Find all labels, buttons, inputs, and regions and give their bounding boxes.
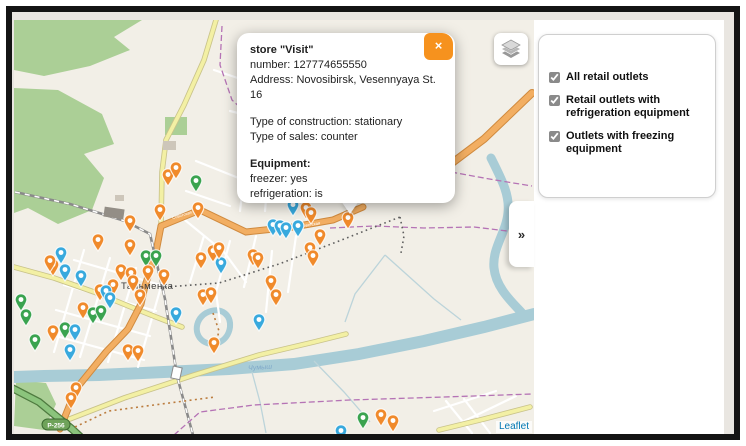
filter-checkbox[interactable] xyxy=(549,94,560,106)
chevron-double-right-icon: » xyxy=(517,226,526,242)
popup-close-button[interactable]: × xyxy=(424,33,453,60)
map-marker[interactable] xyxy=(212,241,226,261)
map-marker[interactable] xyxy=(68,323,82,343)
map-marker[interactable] xyxy=(123,214,137,234)
map-marker[interactable] xyxy=(304,206,318,226)
map-marker[interactable] xyxy=(153,203,167,223)
sidebar-expand-button[interactable]: » xyxy=(509,201,534,267)
map-marker[interactable] xyxy=(123,238,137,258)
popup-refrigeration: refrigeration: is xyxy=(250,188,323,200)
map-marker[interactable] xyxy=(74,269,88,289)
map-marker[interactable] xyxy=(356,411,370,431)
leaflet-attribution[interactable]: Leaflet xyxy=(495,421,532,433)
map-marker[interactable] xyxy=(63,343,77,363)
map-marker[interactable] xyxy=(141,264,155,284)
map-marker[interactable] xyxy=(189,174,203,194)
store-info-popup: store "Visit" number: 127774655550 Addre… xyxy=(237,33,455,203)
filter-label: All retail outlets xyxy=(566,71,649,83)
filter-checkbox-row[interactable]: Outlets with freezing equipment xyxy=(549,130,707,157)
map-marker[interactable] xyxy=(269,288,283,308)
popup-number: number: 127774655550 xyxy=(250,59,367,71)
map-marker[interactable] xyxy=(169,306,183,326)
map-marker[interactable] xyxy=(64,391,78,411)
map-marker[interactable] xyxy=(157,268,171,288)
popup-sales: Type of sales: counter xyxy=(250,131,358,143)
map-marker[interactable] xyxy=(251,251,265,271)
map-marker[interactable] xyxy=(43,254,57,274)
close-icon: × xyxy=(434,38,443,53)
filter-checkbox[interactable] xyxy=(549,130,560,142)
filter-checkbox-row[interactable]: Retail outlets with refrigeration equipm… xyxy=(549,94,707,121)
popup-spacer xyxy=(250,103,443,115)
filter-label: Outlets with freezing equipment xyxy=(566,129,675,156)
map-marker[interactable] xyxy=(291,219,305,239)
popup-title: store "Visit" xyxy=(250,44,314,56)
map-marker[interactable] xyxy=(191,201,205,221)
window-frame: Советская Советская Тальменка Чумыш Р-25… xyxy=(6,6,740,440)
map-marker[interactable] xyxy=(133,288,147,308)
map-marker[interactable] xyxy=(19,308,33,328)
map-marker[interactable] xyxy=(386,414,400,434)
popup-address-line1: Address: Novosibirsk, Vesennyaya St. xyxy=(250,74,436,86)
filter-checkbox[interactable] xyxy=(549,72,560,83)
popup-spacer xyxy=(250,145,443,157)
map-marker[interactable] xyxy=(207,336,221,356)
popup-address-line2: 16 xyxy=(250,89,263,101)
map-marker[interactable] xyxy=(103,291,117,311)
layers-icon xyxy=(501,39,521,58)
map-marker[interactable] xyxy=(28,333,42,353)
map-marker[interactable] xyxy=(131,344,145,364)
popup-equipment-heading: Equipment: xyxy=(250,158,311,170)
map-marker[interactable] xyxy=(204,286,218,306)
map-marker[interactable] xyxy=(306,249,320,269)
map-marker[interactable] xyxy=(334,424,348,434)
sidebar: All retail outlets Retail outlets with re… xyxy=(534,20,724,434)
filter-panel: All retail outlets Retail outlets with re… xyxy=(538,34,716,198)
popup-freezer: freezer: yes xyxy=(250,173,308,185)
filter-checkbox-row[interactable]: All retail outlets xyxy=(549,71,707,85)
filter-list: All retail outlets Retail outlets with re… xyxy=(549,71,707,157)
popup-construction: Type of construction: stationary xyxy=(250,116,403,128)
map-marker[interactable] xyxy=(169,161,183,181)
layers-control-button[interactable] xyxy=(494,33,528,65)
map-marker[interactable] xyxy=(252,313,266,333)
filter-label: Retail outlets with refrigeration equipm… xyxy=(566,93,690,120)
map-marker[interactable] xyxy=(91,233,105,253)
map-marker[interactable] xyxy=(58,263,72,283)
